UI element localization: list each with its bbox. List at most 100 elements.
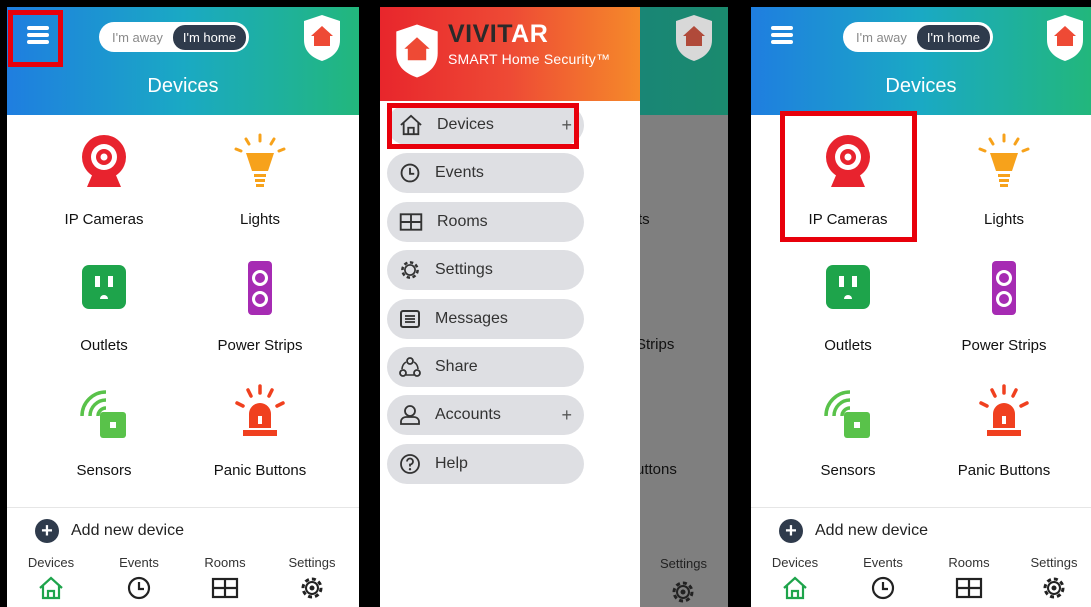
device-label: Panic Buttons <box>957 462 1051 479</box>
drawer-item-label: Messages <box>435 310 508 327</box>
device-label: Lights <box>239 211 281 228</box>
device-label: Power Strips <box>961 337 1047 354</box>
outlet-icon <box>74 259 134 319</box>
drawer-item-label: Events <box>435 164 484 181</box>
device-label: Sensors <box>76 462 132 479</box>
hamburger-menu-icon[interactable] <box>767 21 797 51</box>
tab-label: Rooms <box>204 555 246 570</box>
device-ip-cameras[interactable]: IP Cameras <box>29 133 179 228</box>
home-option[interactable]: I'm home <box>916 24 990 50</box>
tab-label: Events <box>119 555 159 570</box>
tab-devices[interactable]: Devices <box>16 555 86 600</box>
device-label: IP Cameras <box>64 211 144 228</box>
expand-icon[interactable]: + <box>561 405 572 426</box>
device-label: Lights <box>983 211 1025 228</box>
peek-buttons-label: uttons <box>636 461 677 478</box>
device-label: Panic Buttons <box>213 462 307 479</box>
gear-icon <box>301 577 323 599</box>
drawer-item-label: Rooms <box>437 213 488 230</box>
drawer-header: VIVITAR SMART Home Security™ <box>380 7 640 101</box>
gear-icon <box>672 581 694 603</box>
tab-label: Settings <box>288 555 336 570</box>
drawer-item-label: Help <box>435 455 468 472</box>
home-icon <box>39 576 63 600</box>
plus-icon: + <box>779 519 803 543</box>
device-panic-buttons[interactable]: Panic Buttons <box>929 384 1079 479</box>
drawer-item-rooms[interactable]: Rooms <box>387 202 584 242</box>
drawer-item-settings[interactable]: Settings <box>387 250 584 290</box>
drawer-item-messages[interactable]: Messages <box>387 299 584 339</box>
message-icon <box>400 310 420 328</box>
tab-label: Devices <box>771 555 819 570</box>
device-outlets[interactable]: Outlets <box>773 259 923 354</box>
shield-logo-icon <box>396 24 438 78</box>
home-away-toggle[interactable]: I'm away I'm home <box>99 22 249 52</box>
device-sensors[interactable]: Sensors <box>29 384 179 479</box>
grid-icon <box>955 577 983 599</box>
light-bulb-icon <box>974 133 1034 193</box>
divider <box>751 507 1091 508</box>
home-icon <box>783 576 807 600</box>
siren-icon <box>230 384 290 444</box>
drawer-item-help[interactable]: Help <box>387 444 584 484</box>
device-power-strips[interactable]: Power Strips <box>929 259 1079 354</box>
home-option[interactable]: I'm home <box>172 24 246 50</box>
shield-logo-icon <box>1047 15 1083 61</box>
gear-icon <box>401 261 419 279</box>
dim-overlay[interactable]: ts Strips uttons Settings <box>636 115 728 607</box>
help-icon <box>400 454 420 474</box>
plus-icon: + <box>35 519 59 543</box>
tab-label: Settings <box>1030 555 1078 570</box>
add-new-device-button[interactable]: + Add new device <box>779 519 928 543</box>
app-header: I'm away I'm home Devices <box>751 7 1091 115</box>
highlight-menu-button <box>8 10 63 67</box>
grid-icon <box>211 577 239 599</box>
devices-screen: I'm away I'm home Devices IP Cameras Lig… <box>7 7 359 607</box>
outlet-icon <box>818 259 878 319</box>
tab-events[interactable]: Events <box>104 555 174 600</box>
away-option[interactable]: I'm away <box>846 25 917 50</box>
clock-icon <box>400 163 420 183</box>
drawer-item-label: Accounts <box>435 406 501 423</box>
tab-settings[interactable]: Settings <box>277 555 347 600</box>
shield-logo-icon <box>676 15 712 61</box>
add-new-device-button[interactable]: + Add new device <box>35 519 184 543</box>
device-label: Outlets <box>80 337 128 354</box>
tab-devices[interactable]: Devices <box>760 555 830 600</box>
add-new-device-label: Add new device <box>815 522 928 539</box>
siren-icon <box>974 384 1034 444</box>
tab-rooms[interactable]: Rooms <box>934 555 1004 600</box>
navigation-drawer: VIVITAR SMART Home Security™ Devices + E… <box>380 7 640 607</box>
home-away-toggle[interactable]: I'm away I'm home <box>843 22 993 52</box>
brand-wordmark: VIVITAR SMART Home Security™ <box>448 20 610 67</box>
drawer-item-label: Share <box>435 358 478 375</box>
tab-label: Devices <box>27 555 75 570</box>
sensor-icon <box>818 384 878 444</box>
device-lights[interactable]: Lights <box>185 133 335 228</box>
device-power-strips[interactable]: Power Strips <box>185 259 335 354</box>
device-panic-buttons[interactable]: Panic Buttons <box>185 384 335 479</box>
away-option[interactable]: I'm away <box>102 25 173 50</box>
page-title: Devices <box>885 75 957 97</box>
clock-icon <box>127 576 151 600</box>
drawer-item-share[interactable]: Share <box>387 347 584 387</box>
power-strip-icon <box>974 259 1034 319</box>
tab-rooms[interactable]: Rooms <box>190 555 260 600</box>
device-lights[interactable]: Lights <box>929 133 1079 228</box>
device-sensors[interactable]: Sensors <box>773 384 923 479</box>
drawer-item-accounts[interactable]: Accounts + <box>387 395 584 435</box>
peek-strips-label: Strips <box>636 336 675 353</box>
tab-events[interactable]: Events <box>848 555 918 600</box>
device-outlets[interactable]: Outlets <box>29 259 179 354</box>
brand-name: VIVIT <box>448 20 512 48</box>
add-new-device-label: Add new device <box>71 522 184 539</box>
gear-icon <box>1043 577 1065 599</box>
tab-settings[interactable]: Settings <box>1019 555 1089 600</box>
devices-screen: I'm away I'm home Devices IP Cameras Lig… <box>751 7 1091 607</box>
page-title: Devices <box>147 75 219 97</box>
drawer-item-events[interactable]: Events <box>387 153 584 193</box>
device-label: Sensors <box>820 462 876 479</box>
drawer-item-label: Settings <box>435 261 493 278</box>
device-label: Power Strips <box>217 337 303 354</box>
device-label: Outlets <box>824 337 872 354</box>
